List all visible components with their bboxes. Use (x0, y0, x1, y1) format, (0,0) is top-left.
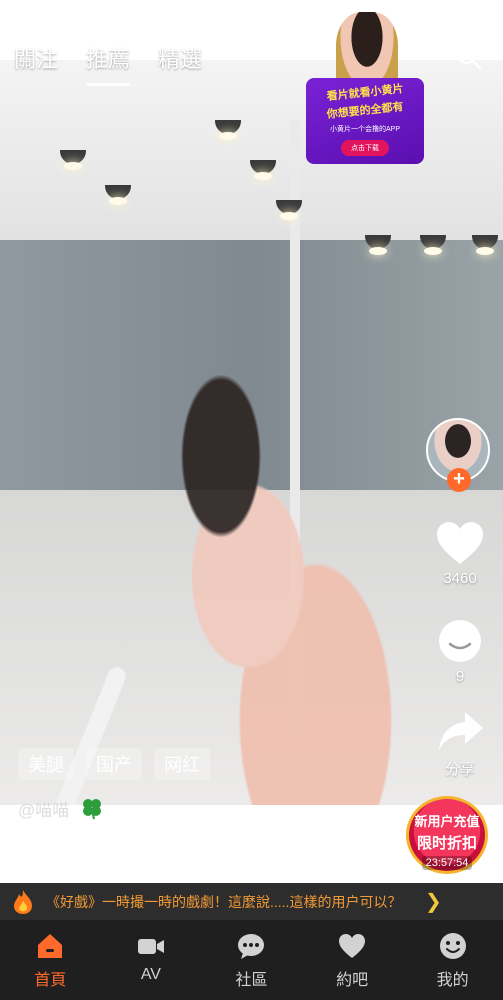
video-camera-icon (137, 939, 164, 954)
nav-date[interactable]: 約吧 (302, 920, 403, 1000)
ad-download-button[interactable]: 点击下载 (341, 140, 389, 156)
nav-home[interactable]: 首頁 (0, 920, 101, 1000)
fire-icon (14, 890, 32, 914)
like-button[interactable]: 3460 (428, 520, 492, 587)
video-subject (140, 360, 410, 805)
nav-av-label: AV (140, 966, 161, 983)
home-icon (38, 934, 63, 958)
search-icon[interactable] (456, 44, 482, 70)
like-count: 3460 (443, 570, 477, 587)
nav-date-label: 約吧 (336, 972, 369, 989)
author-name[interactable]: @喵喵 (18, 796, 69, 821)
promo-title: 新用户充值 (414, 814, 480, 829)
share-arrow-icon (439, 712, 483, 750)
nav-community[interactable]: 社區 (201, 920, 302, 1000)
nav-community-label: 社區 (235, 972, 268, 989)
comment-count: 9 (455, 668, 465, 685)
tab-recommended[interactable]: 推薦 (86, 42, 131, 86)
video-player[interactable] (0, 60, 503, 805)
share-label: 分享 (444, 761, 475, 778)
bottom-nav: 首頁 AV 社區 約吧 我的 (0, 920, 503, 1000)
tag-chip[interactable]: 国产 (86, 748, 142, 780)
chat-bubble-icon (238, 934, 265, 959)
tab-featured[interactable]: 精選 (158, 42, 202, 74)
smiley-icon (439, 933, 466, 959)
nav-profile[interactable]: 我的 (402, 920, 503, 1000)
nav-profile-label: 我的 (436, 972, 469, 989)
ad-panel: 看片就看小黄片 你想要的全都有 小黄片一个会撸的APP 点击下载 (306, 78, 424, 164)
promo-badge[interactable]: 新用户充值 限时折扣 23:57:54 (406, 796, 488, 874)
announcement-bar[interactable]: 《好戲》一時撮一時的戲劇！這麼說.....這樣的用户可以？ ❯ (0, 883, 503, 920)
tab-following[interactable]: 關注 (14, 42, 58, 74)
promo-subtitle: 限时折扣 (416, 835, 477, 852)
clover-icon (83, 799, 101, 820)
tag-chip[interactable]: 美腿 (18, 748, 74, 780)
share-button[interactable]: 分享 (428, 708, 492, 779)
announcement-text: 《好戲》一時撮一時的戲劇！這麼說.....這樣的用户可以？ (46, 894, 402, 910)
promo-countdown: 23:57:54 (421, 856, 473, 870)
tag-list: 美腿 国产 网红 (18, 748, 210, 780)
top-tab-bar: 關注 推薦 精選 (14, 42, 202, 86)
ad-subtitle: 小黄片一个会撸的APP (329, 126, 400, 133)
comment-button[interactable]: 9 (428, 618, 492, 685)
nav-home-label: 首頁 (34, 972, 67, 989)
heart-icon (437, 522, 483, 564)
chevron-right-icon: ❯ (425, 891, 442, 913)
ad-banner[interactable]: 看片就看小黄片 你想要的全都有 小黄片一个会撸的APP 点击下载 (306, 12, 424, 164)
comment-icon (439, 620, 481, 662)
follow-button[interactable]: + (447, 468, 471, 492)
heart-icon (339, 934, 366, 958)
nav-av[interactable]: AV (101, 920, 202, 1000)
tag-chip[interactable]: 网红 (154, 748, 210, 780)
